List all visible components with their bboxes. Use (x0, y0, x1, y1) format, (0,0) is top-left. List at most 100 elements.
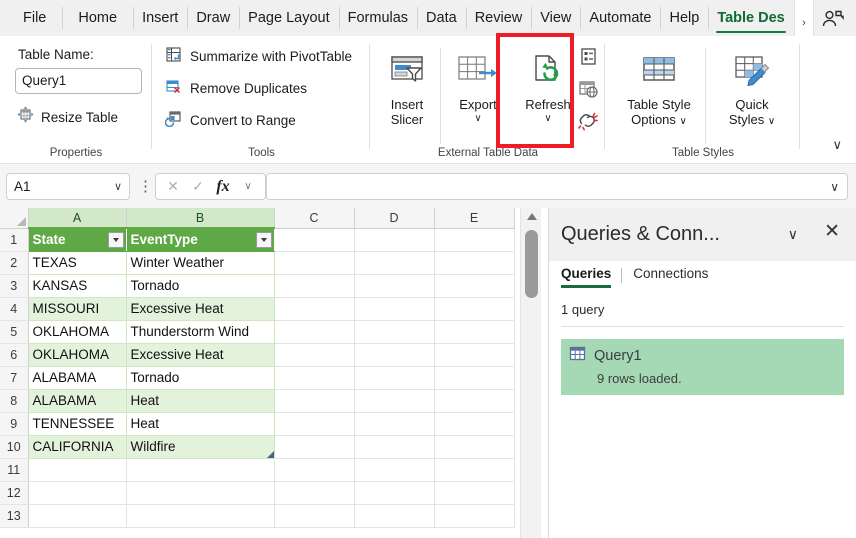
cell-a7[interactable]: ALABAMA (28, 366, 126, 389)
column-header-c[interactable]: C (274, 208, 354, 228)
cell-d8[interactable] (354, 389, 434, 412)
cell-d3[interactable] (354, 274, 434, 297)
cell-c13[interactable] (274, 504, 354, 527)
row-header-2[interactable]: 2 (0, 251, 28, 274)
queries-pane-close-icon[interactable]: ✕ (824, 222, 840, 241)
cell-b3[interactable]: Tornado (126, 274, 274, 297)
cell-e7[interactable] (434, 366, 514, 389)
cell-c10[interactable] (274, 435, 354, 458)
open-in-browser-button[interactable] (575, 78, 601, 104)
tab-help[interactable]: Help (660, 0, 708, 36)
table-header-state[interactable]: State (28, 228, 126, 251)
formula-bar-grip[interactable]: ⋮ (138, 177, 153, 195)
row-header-10[interactable]: 10 (0, 435, 28, 458)
cell-a12[interactable] (28, 481, 126, 504)
table-name-input[interactable]: Query1 (15, 68, 142, 94)
tab-file[interactable]: File (14, 0, 62, 36)
cell-b11[interactable] (126, 458, 274, 481)
column-header-b[interactable]: B (126, 208, 274, 228)
cell-a10[interactable]: CALIFORNIA (28, 435, 126, 458)
grid-vertical-scrollbar[interactable] (520, 208, 541, 538)
scrollbar-thumb[interactable] (525, 230, 538, 298)
refresh-button[interactable]: Refresh ∨ (517, 42, 579, 142)
tab-connections[interactable]: Connections (633, 266, 718, 288)
cell-e5[interactable] (434, 320, 514, 343)
cell-d6[interactable] (354, 343, 434, 366)
cell-c9[interactable] (274, 412, 354, 435)
row-header-12[interactable]: 12 (0, 481, 28, 504)
cancel-formula-icon[interactable]: ✕ (162, 176, 184, 198)
column-header-e[interactable]: E (434, 208, 514, 228)
cell-b8[interactable]: Heat (126, 389, 274, 412)
row-header-9[interactable]: 9 (0, 412, 28, 435)
cell-d10[interactable] (354, 435, 434, 458)
cell-b9[interactable]: Heat (126, 412, 274, 435)
cell-e8[interactable] (434, 389, 514, 412)
cell-c4[interactable] (274, 297, 354, 320)
cell-e13[interactable] (434, 504, 514, 527)
cell-a13[interactable] (28, 504, 126, 527)
filter-dropdown-eventtype[interactable] (256, 232, 272, 248)
cell-b4[interactable]: Excessive Heat (126, 297, 274, 320)
tab-home[interactable]: Home (62, 0, 133, 36)
cell-d13[interactable] (354, 504, 434, 527)
table-style-options-button[interactable]: Table Style Options ∨ (616, 42, 702, 142)
tab-automate[interactable]: Automate (580, 0, 660, 36)
tab-view[interactable]: View (531, 0, 580, 36)
cell-c2[interactable] (274, 251, 354, 274)
cell-d9[interactable] (354, 412, 434, 435)
cell-b2[interactable]: Winter Weather (126, 251, 274, 274)
row-header-11[interactable]: 11 (0, 458, 28, 481)
cell-c6[interactable] (274, 343, 354, 366)
share-person-icon[interactable] (820, 7, 844, 31)
scroll-up-arrow-icon[interactable] (521, 208, 542, 224)
name-box[interactable]: A1 ∨ (6, 173, 130, 200)
cell-c5[interactable] (274, 320, 354, 343)
cell-e2[interactable] (434, 251, 514, 274)
cell-c8[interactable] (274, 389, 354, 412)
row-header-6[interactable]: 6 (0, 343, 28, 366)
cell-c1[interactable] (274, 228, 354, 251)
enter-formula-icon[interactable]: ✓ (187, 176, 209, 198)
cell-c11[interactable] (274, 458, 354, 481)
row-header-1[interactable]: 1 (0, 228, 28, 251)
cell-a2[interactable]: TEXAS (28, 251, 126, 274)
cell-b10[interactable]: Wildfire (126, 435, 274, 458)
cell-e11[interactable] (434, 458, 514, 481)
formula-input[interactable]: ∨ (266, 173, 848, 200)
cell-e10[interactable] (434, 435, 514, 458)
tab-page-layout[interactable]: Page Layout (239, 0, 338, 36)
cell-a5[interactable]: OKLAHOMA (28, 320, 126, 343)
table-resize-handle[interactable] (267, 451, 274, 458)
remove-duplicates-button[interactable]: Remove Duplicates (165, 78, 307, 98)
cell-b12[interactable] (126, 481, 274, 504)
connection-properties-button[interactable] (575, 46, 601, 72)
cell-a11[interactable] (28, 458, 126, 481)
row-header-7[interactable]: 7 (0, 366, 28, 389)
cell-e3[interactable] (434, 274, 514, 297)
cell-e6[interactable] (434, 343, 514, 366)
column-header-a[interactable]: A (28, 208, 126, 228)
cell-a3[interactable]: KANSAS (28, 274, 126, 297)
cell-d7[interactable] (354, 366, 434, 389)
insert-function-icon[interactable]: fx (212, 176, 234, 198)
query-list-item[interactable]: Query1 9 rows loaded. (561, 339, 844, 395)
export-button[interactable]: Export ∨ (447, 42, 509, 142)
cell-e4[interactable] (434, 297, 514, 320)
row-header-13[interactable]: 13 (0, 504, 28, 527)
resize-table-button[interactable]: Resize Table (17, 106, 118, 128)
insert-function-chevron-down-icon[interactable]: ∨ (237, 176, 259, 198)
cell-e1[interactable] (434, 228, 514, 251)
cell-d2[interactable] (354, 251, 434, 274)
cell-d5[interactable] (354, 320, 434, 343)
tab-formulas[interactable]: Formulas (339, 0, 417, 36)
cell-a4[interactable]: MISSOURI (28, 297, 126, 320)
cell-c12[interactable] (274, 481, 354, 504)
filter-dropdown-state[interactable] (108, 232, 124, 248)
cell-d4[interactable] (354, 297, 434, 320)
cell-d11[interactable] (354, 458, 434, 481)
table-header-eventtype[interactable]: EventType (126, 228, 274, 251)
unlink-button[interactable] (575, 110, 601, 136)
row-header-8[interactable]: 8 (0, 389, 28, 412)
summarize-with-pivottable-button[interactable]: Summarize with PivotTable (165, 46, 352, 66)
